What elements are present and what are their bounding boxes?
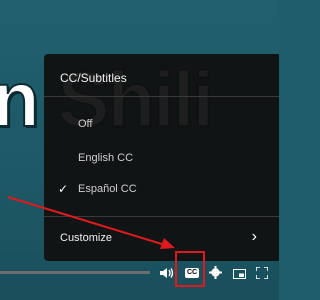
annotation-arrow-icon: [7, 196, 175, 249]
